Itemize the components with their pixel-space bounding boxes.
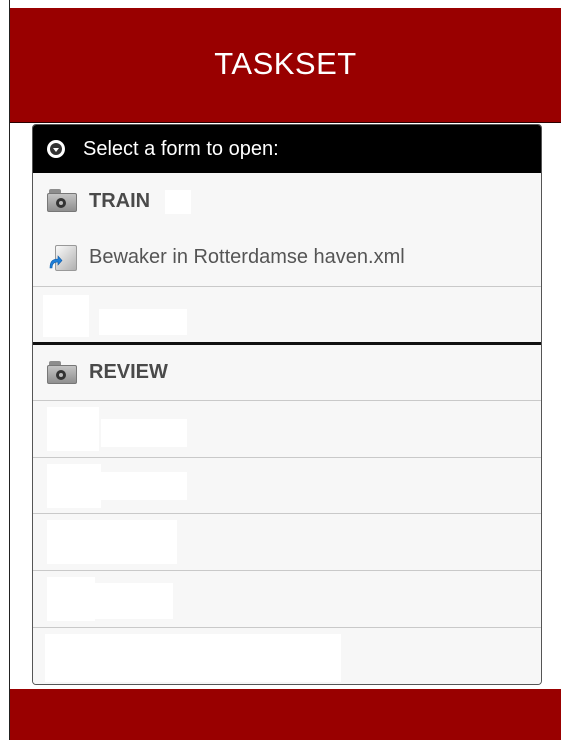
blank-patch [99,472,187,500]
list-item[interactable] [33,287,541,345]
group-label-review: REVIEW [89,361,168,383]
group-train[interactable]: TRAIN [33,173,541,229]
blank-patch [95,583,173,619]
blank-patch [101,419,187,447]
blank-patch [165,190,191,214]
list-item[interactable] [33,628,541,684]
list-item[interactable] [33,458,541,514]
list-item[interactable] [33,514,541,571]
form-item-label: Bewaker in Rotterdamse haven.xml [89,246,405,268]
blank-patch [47,407,99,451]
blank-patch [47,520,177,564]
form-list-header[interactable]: Select a form to open: [33,125,541,173]
group-review[interactable]: REVIEW [33,345,541,401]
folder-gear-icon [47,189,79,213]
app-footer-bar [10,689,561,740]
form-open-icon [47,243,79,273]
form-list-panel: Select a form to open: TRAIN Bewaker in … [32,124,542,685]
group-label-train: TRAIN [89,189,151,212]
form-item[interactable]: Bewaker in Rotterdamse haven.xml [33,229,541,287]
blank-patch [43,295,89,337]
app-title: TASKSET [214,46,357,81]
blank-patch [47,464,101,508]
list-item[interactable] [33,571,541,628]
blank-patch [45,634,341,682]
app-header-bar: TASKSET [10,8,561,123]
blank-patch [99,309,187,335]
blank-patch [47,577,95,621]
form-list-header-text: Select a form to open: [83,137,279,160]
chevron-down-circle-icon[interactable] [47,140,65,158]
folder-gear-icon [47,360,79,385]
list-item[interactable] [33,401,541,458]
